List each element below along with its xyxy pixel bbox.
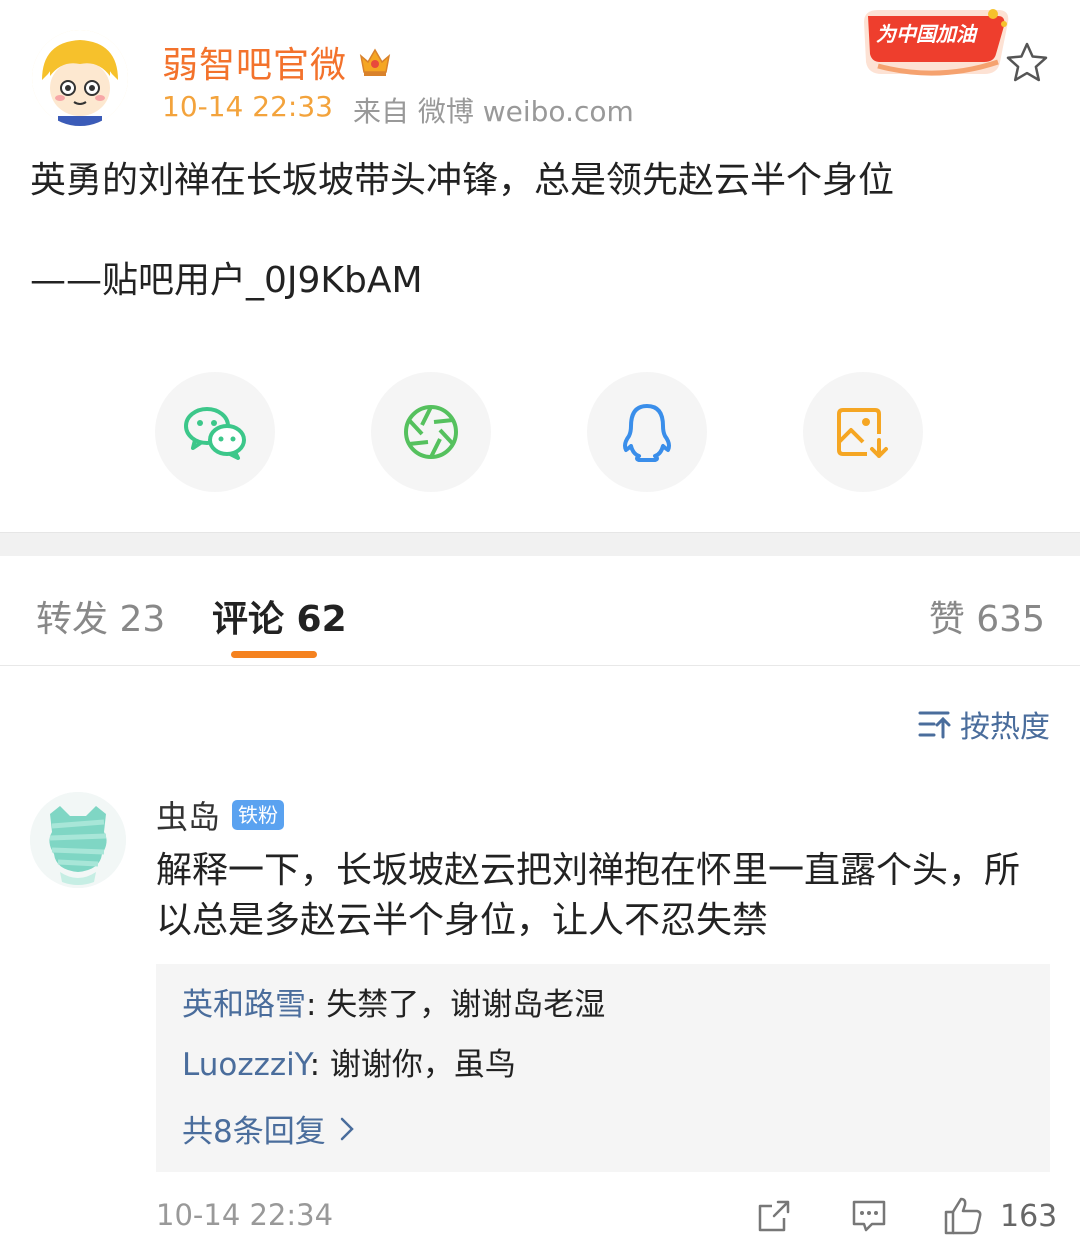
- reply-text: : 谢谢你，虽鸟: [309, 1047, 516, 1083]
- tab-repost[interactable]: 转发 23: [36, 590, 165, 642]
- wechat-icon: [184, 407, 246, 460]
- share-wechat-button[interactable]: [155, 372, 275, 492]
- active-tab-indicator: [231, 651, 317, 658]
- event-badge[interactable]: 为中国加油: [858, 2, 1014, 78]
- reply-comment-button[interactable]: [850, 1194, 888, 1238]
- qq-icon: [623, 404, 671, 462]
- fan-badge: 铁粉: [232, 800, 285, 830]
- comment-text: 解释一下，长坂坡赵云把刘禅抱在怀里一直露个头，所以总是多赵云半个身位，让人不忍失…: [156, 850, 1021, 941]
- reply-author[interactable]: LuozzziY: [182, 1047, 310, 1083]
- share-qq-button[interactable]: [587, 372, 707, 492]
- chevron-right-icon: [340, 1117, 354, 1140]
- tab-comments[interactable]: 评论 62: [212, 590, 347, 642]
- repost-icon: [758, 1200, 790, 1232]
- post-time: 10-14 22:33: [162, 90, 333, 123]
- reply-item[interactable]: LuozzziY: 谢谢你，虽鸟: [182, 1046, 1024, 1084]
- event-badge-text: 为中国加油: [876, 22, 976, 46]
- repost-comment-button[interactable]: [756, 1194, 792, 1238]
- comment-icon: [852, 1200, 886, 1232]
- commenter-avatar[interactable]: [30, 792, 126, 888]
- tab-likes[interactable]: 赞 635: [929, 590, 1045, 642]
- post-signature: ——贴吧用户_0J9KbAM: [30, 260, 423, 301]
- like-count: 163: [1000, 1198, 1058, 1234]
- section-divider: [0, 532, 1080, 556]
- replies-box[interactable]: 英和路雪: 失禁了，谢谢岛老湿 LuozzziY: 谢谢你，虽鸟 共8条回复: [156, 964, 1050, 1172]
- thumbs-up-icon: [944, 1197, 982, 1235]
- save-image-button[interactable]: [803, 372, 923, 492]
- sort-label: 按热度: [960, 710, 1050, 745]
- more-replies-label: 共8条回复: [182, 1114, 326, 1150]
- comment-time: 10-14 22:34: [156, 1198, 334, 1232]
- author-avatar[interactable]: [32, 30, 128, 126]
- like-comment-button[interactable]: 163: [942, 1194, 1057, 1238]
- reply-text: : 失禁了，谢谢岛老湿: [306, 987, 606, 1023]
- commenter-name[interactable]: 虫岛 铁粉: [156, 792, 285, 838]
- reply-item[interactable]: 英和路雪: 失禁了，谢谢岛老湿: [182, 986, 1024, 1024]
- favorite-star-icon[interactable]: [1004, 40, 1050, 86]
- tabs-divider: [0, 665, 1080, 666]
- more-replies-link[interactable]: 共8条回复: [182, 1106, 1024, 1151]
- post-meta: 10-14 22:33 来自 微博 weibo.com: [162, 90, 634, 130]
- author-name[interactable]: 弱智吧官微: [162, 36, 393, 88]
- moments-icon: [404, 405, 458, 459]
- save-image-icon: [837, 408, 888, 458]
- sort-icon: [918, 711, 951, 739]
- reply-author[interactable]: 英和路雪: [182, 987, 306, 1023]
- share-moments-button[interactable]: [371, 372, 491, 492]
- vip-crown-icon: [359, 48, 391, 76]
- post-text: 英勇的刘禅在长坂坡带头冲锋，总是领先赵云半个身位: [30, 160, 895, 201]
- sort-button[interactable]: 按热度: [918, 702, 1050, 746]
- commenter-name-text[interactable]: 虫岛: [156, 792, 220, 838]
- post-source: 来自 微博 weibo.com: [352, 95, 634, 128]
- author-name-text[interactable]: 弱智吧官微: [162, 36, 347, 88]
